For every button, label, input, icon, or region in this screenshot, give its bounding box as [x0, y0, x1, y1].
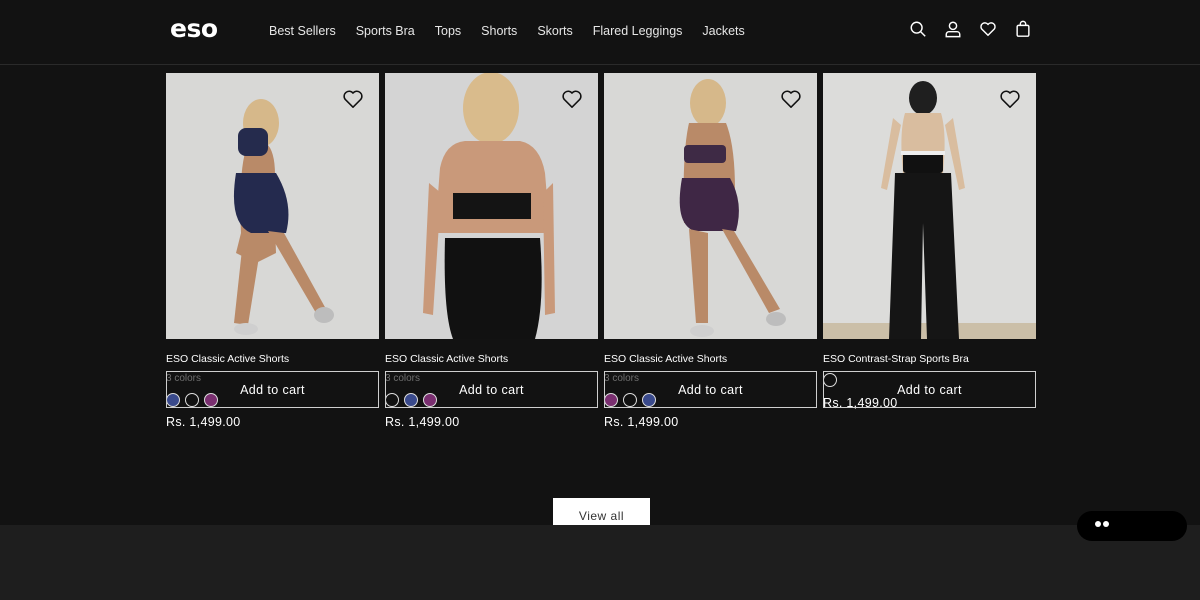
- product-price: Rs. 1,499.00: [604, 415, 679, 429]
- header-icons: [909, 18, 1032, 40]
- chat-dot-icon: [1095, 521, 1101, 527]
- search-icon[interactable]: [909, 18, 927, 40]
- product-title[interactable]: ESO Classic Active Shorts: [604, 353, 817, 367]
- view-all-button[interactable]: View all: [553, 498, 650, 525]
- page: eso Best Sellers Sports Bra Tops Shorts …: [0, 0, 1200, 525]
- nav-shorts[interactable]: Shorts: [471, 24, 527, 38]
- product-title[interactable]: ESO Classic Active Shorts: [166, 353, 379, 367]
- chat-dot-icon: [1103, 521, 1109, 527]
- product-image[interactable]: [604, 73, 817, 339]
- main-nav: Best Sellers Sports Bra Tops Shorts Skor…: [259, 0, 755, 62]
- add-to-cart-button[interactable]: Add to cart: [385, 371, 598, 408]
- nav-sports-bra[interactable]: Sports Bra: [346, 24, 425, 38]
- nav-skorts[interactable]: Skorts: [527, 24, 582, 38]
- add-to-cart-button[interactable]: Add to cart: [166, 371, 379, 408]
- heart-icon[interactable]: [561, 89, 583, 109]
- chat-widget-button[interactable]: [1077, 511, 1187, 541]
- heart-icon[interactable]: [780, 89, 802, 109]
- nav-flared-leggings[interactable]: Flared Leggings: [583, 24, 693, 38]
- wishlist-icon[interactable]: [979, 18, 997, 40]
- product-title[interactable]: ESO Classic Active Shorts: [385, 353, 598, 367]
- add-to-cart-button[interactable]: Add to cart: [823, 371, 1036, 408]
- account-icon[interactable]: [944, 18, 962, 40]
- site-header: eso Best Sellers Sports Bra Tops Shorts …: [0, 0, 1200, 65]
- cart-icon[interactable]: [1014, 18, 1032, 40]
- product-price: Rs. 1,499.00: [385, 415, 460, 429]
- product-image[interactable]: [166, 73, 379, 339]
- product-image[interactable]: [823, 73, 1036, 339]
- product-title[interactable]: ESO Contrast-Strap Sports Bra: [823, 353, 1036, 367]
- heart-icon[interactable]: [342, 89, 364, 109]
- nav-best-sellers[interactable]: Best Sellers: [259, 24, 346, 38]
- footer-band: [0, 525, 1200, 600]
- product-price: Rs. 1,499.00: [166, 415, 241, 429]
- logo[interactable]: eso: [170, 14, 218, 43]
- nav-jackets[interactable]: Jackets: [692, 24, 754, 38]
- heart-icon[interactable]: [999, 89, 1021, 109]
- add-to-cart-button[interactable]: Add to cart: [604, 371, 817, 408]
- nav-tops[interactable]: Tops: [425, 24, 471, 38]
- product-image[interactable]: [385, 73, 598, 339]
